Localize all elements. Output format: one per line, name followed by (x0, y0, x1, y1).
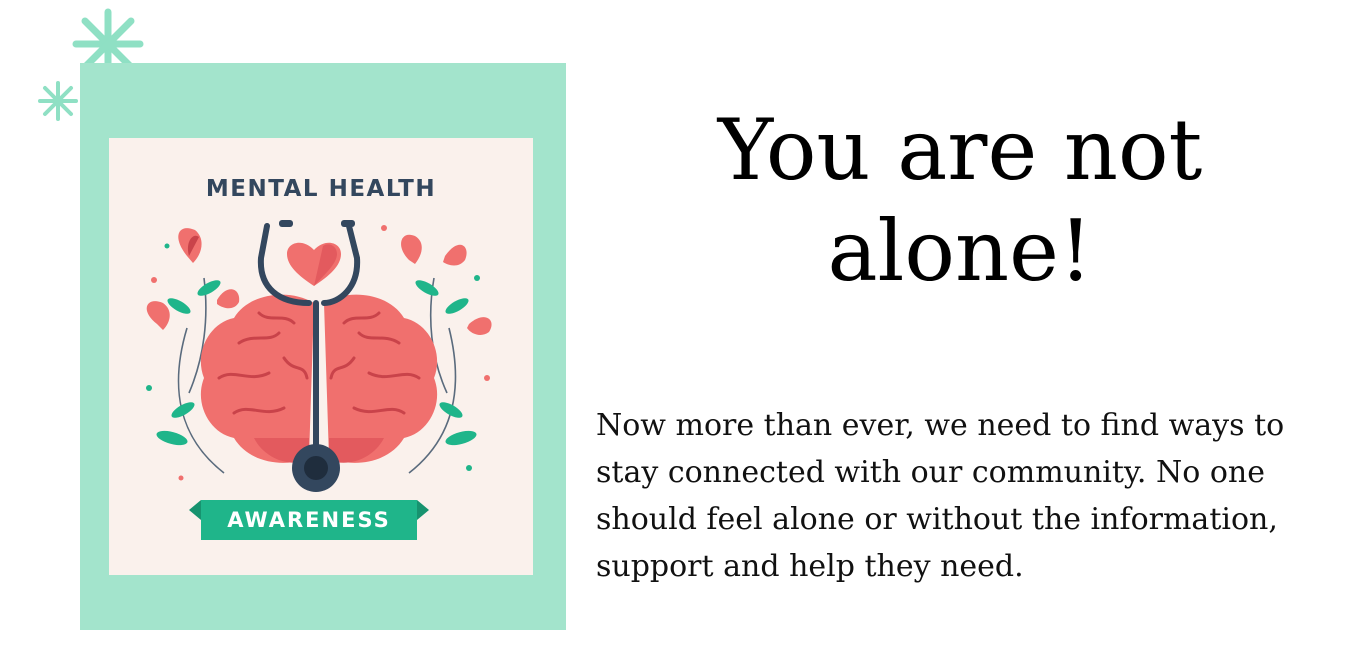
mental-health-illustration: MENTAL HEALTH AWARENESS (109, 138, 533, 575)
sparkle-icon (38, 81, 78, 121)
body-text: Now more than ever, we need to find ways… (596, 408, 1285, 584)
headline: You are not alone! (717, 101, 1203, 300)
illustration-title: MENTAL HEALTH (205, 176, 437, 202)
page: MENTAL HEALTH AWARENESS You are not alon… (0, 0, 1350, 650)
ribbon-label: AWARENESS (227, 508, 391, 532)
